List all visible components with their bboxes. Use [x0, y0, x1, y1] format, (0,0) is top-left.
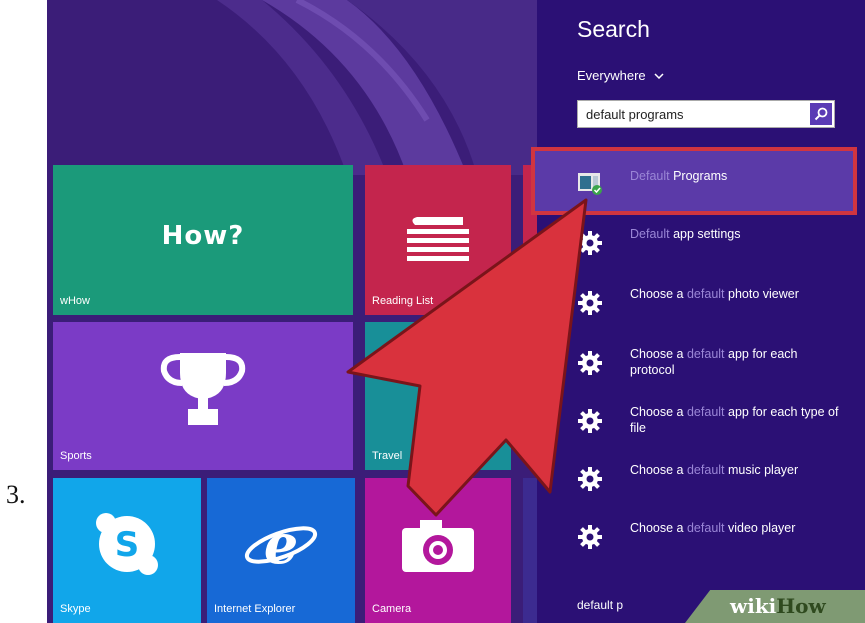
- result-text-pre: Choose a: [630, 521, 687, 535]
- search-panel-title: Search: [577, 16, 650, 42]
- wikihow-watermark: wikiHow: [730, 594, 826, 618]
- search-scope-dropdown[interactable]: Everywhere: [577, 68, 664, 83]
- tile-whow-text: How?: [161, 221, 245, 251]
- watermark-wiki: wiki: [730, 594, 777, 618]
- search-result-label: Choose a default music player: [630, 462, 840, 478]
- gear-icon: [577, 408, 603, 434]
- tile-whow[interactable]: How? wHow: [53, 165, 353, 315]
- result-text-match: default: [686, 287, 725, 301]
- tile-skype[interactable]: S Skype: [53, 478, 201, 623]
- result-text-pre: Choose a: [630, 463, 687, 477]
- gear-icon: [577, 350, 603, 376]
- camera-icon: [402, 519, 474, 572]
- internet-explorer-icon: e: [244, 512, 318, 576]
- tile-sports[interactable]: Sports: [53, 322, 353, 470]
- result-text-post: Programs: [669, 169, 728, 183]
- default-programs-icon: [577, 170, 603, 196]
- result-text-match: default: [686, 405, 725, 419]
- result-text-post: music player: [724, 463, 799, 477]
- tile-label: Sports: [60, 450, 92, 462]
- result-text-post: app settings: [669, 227, 741, 241]
- result-text-match: default: [686, 521, 725, 535]
- tile-label: wHow: [60, 295, 90, 307]
- gear-icon: [577, 524, 603, 550]
- result-text-post: photo viewer: [724, 287, 799, 301]
- search-result-label: Choose a default photo viewer: [630, 286, 840, 302]
- result-text-match: default: [686, 347, 725, 361]
- search-result-label: Default app settings: [630, 226, 840, 242]
- result-text-pre: Choose a: [630, 405, 687, 419]
- result-text-match: Default: [630, 169, 670, 183]
- search-result-label: Default Programs: [630, 168, 840, 184]
- result-text-pre: Choose a: [630, 287, 687, 301]
- tile-label: Skype: [60, 603, 91, 615]
- svg-text:S: S: [115, 525, 140, 565]
- search-scope-label: Everywhere: [577, 68, 646, 83]
- tile-label: Travel: [372, 450, 403, 462]
- step-number: 3.: [6, 480, 26, 509]
- watermark-how: How: [776, 594, 826, 618]
- gear-icon: [577, 290, 603, 316]
- tile-label: Reading List: [372, 295, 434, 307]
- search-button[interactable]: [810, 103, 832, 125]
- gear-icon: [577, 230, 603, 256]
- trophy-icon: [160, 353, 246, 425]
- result-text-match: Default: [630, 227, 670, 241]
- background-swirl: [217, 0, 537, 175]
- result-text-match: default: [686, 463, 725, 477]
- search-icon: [814, 107, 828, 121]
- tile-internet-explorer[interactable]: e Internet Explorer: [207, 478, 355, 623]
- tile-travel[interactable]: Travel: [365, 322, 511, 470]
- tile-camera[interactable]: Camera: [365, 478, 511, 623]
- tile-label: Internet Explorer: [214, 603, 296, 615]
- search-history-query[interactable]: default p: [577, 598, 623, 612]
- gear-icon: [577, 466, 603, 492]
- chevron-down-icon: [654, 72, 664, 79]
- reading-list-icon: [407, 217, 469, 261]
- search-result-label: Choose a default app for each protocol: [630, 346, 840, 378]
- result-text-pre: Choose a: [630, 347, 687, 361]
- search-box: [577, 100, 835, 128]
- skype-icon: S: [96, 512, 158, 575]
- tile-reading-list[interactable]: Reading List: [365, 165, 511, 315]
- tile-label: Camera: [372, 603, 412, 615]
- result-text-post: video player: [724, 521, 796, 535]
- search-input[interactable]: [578, 101, 806, 127]
- search-result-label: Choose a default app for each type of fi…: [630, 404, 840, 436]
- search-result-label: Choose a default video player: [630, 520, 840, 536]
- svg-text:e: e: [264, 512, 298, 576]
